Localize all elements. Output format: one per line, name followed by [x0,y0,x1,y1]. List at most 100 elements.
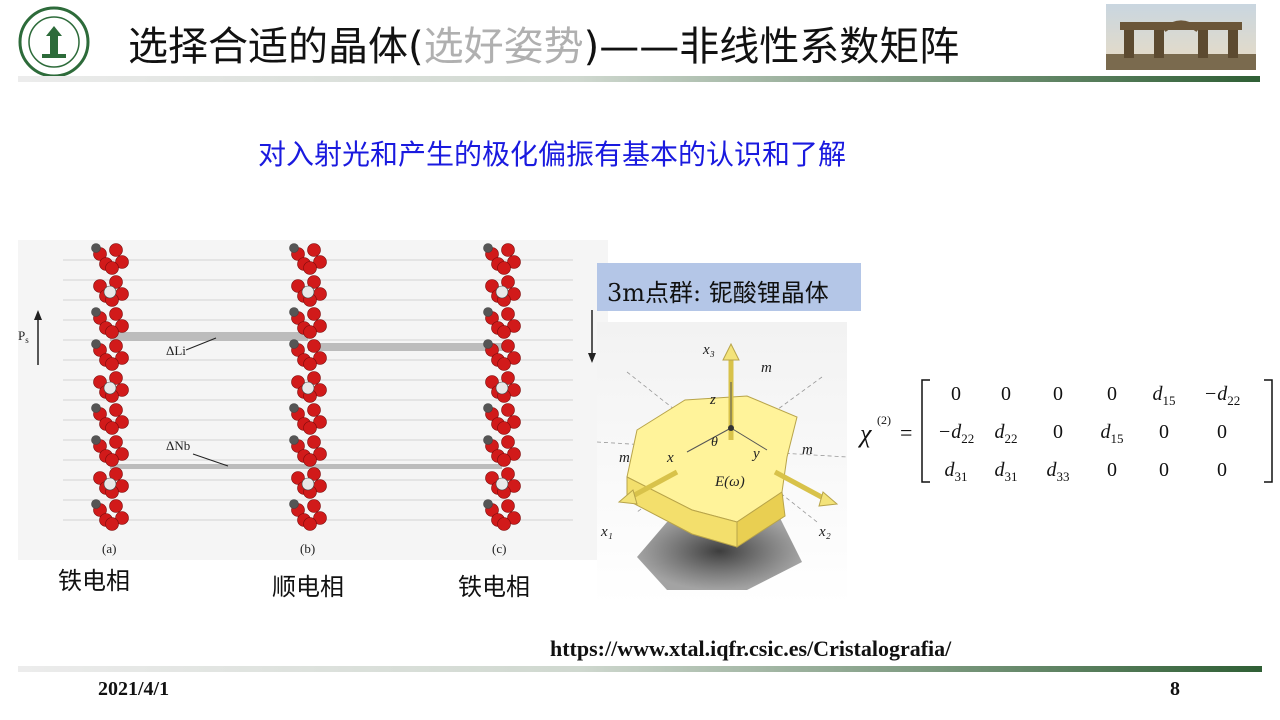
oxygen-atom [307,307,321,321]
oxygen-atom [303,517,317,531]
oxygen-atom [497,325,511,339]
lithium-atom [289,499,299,509]
oxygen-atom [501,307,515,321]
mirror-label-left: m [619,450,630,466]
delta-nb-label: ΔNb [166,438,190,453]
matrix-cell: 0 [1159,421,1169,443]
lithium-atom [91,339,101,349]
lithium-atom [483,435,493,445]
niobium-atom [103,381,117,395]
z-label: z [709,392,716,408]
campus-gate-photo [1106,4,1256,70]
x3-label: x₃ [702,342,715,358]
panel-b-label: (b) [300,541,315,556]
x2-label: x₂ [818,524,831,540]
chi-superscript: (2) [877,413,891,427]
niobium-atom [103,285,117,299]
niobium-atom [495,285,509,299]
lithium-atom [91,403,101,413]
phase-label-b: 顺电相 [272,573,344,601]
x1-label: x₁ [600,524,613,540]
title-main: 选择合适的晶体( [128,24,424,70]
matrix-cell: 0 [1053,421,1063,443]
oxygen-atom [105,261,119,275]
niobium-atom [495,381,509,395]
oxygen-atom [501,243,515,257]
header-divider [18,76,1260,82]
matrix-cell: d15 [1101,421,1124,446]
matrix-cell: 0 [1217,421,1227,443]
oxygen-atom [501,339,515,353]
crystal-3m-figure: x₃ x₁ x₂ m m m z x y θ E(ω) [596,322,848,605]
delta-li-bar-right [308,343,504,351]
oxygen-atom [497,453,511,467]
oxygen-atom [501,499,515,513]
phase-label-a: 铁电相 [58,567,130,595]
lithium-atom [483,499,493,509]
ps-label: P [18,328,25,343]
oxygen-atom [109,403,123,417]
footer-divider [18,666,1262,672]
lithium-atom [289,339,299,349]
y-label: y [751,446,760,462]
matrix-cell: d22 [995,421,1018,446]
delta-li-bar [110,332,308,341]
lithium-atom [483,339,493,349]
oxygen-atom [497,421,511,435]
oxygen-atom [109,307,123,321]
source-url: https://www.xtal.iqfr.csic.es/Cristalogr… [550,636,952,661]
lithium-atom [91,435,101,445]
matrix-cell: −d22 [938,421,975,446]
matrix-cell: 0 [951,383,961,405]
title-gray-part: 选好姿势 [423,24,584,70]
matrix-cell: d31 [995,459,1018,484]
oxygen-atom [303,325,317,339]
matrix-cell: −d22 [1204,383,1241,408]
mirror-label-top: m [761,360,772,376]
niobium-atom [103,477,117,491]
oxygen-atom [105,325,119,339]
oxygen-atom [497,261,511,275]
oxygen-atom [303,357,317,371]
matrix-cell: 0 [1001,383,1011,405]
matrix-cell: 0 [1159,459,1169,481]
niobium-atom [495,477,509,491]
e-omega-label: E(ω) [714,474,745,490]
lithium-atom [289,307,299,317]
ps-subscript: s [25,335,29,345]
matrix-cell: d33 [1047,459,1070,484]
mirror-label-right: m [802,442,813,458]
oxygen-atom [109,339,123,353]
niobium-atom [301,381,315,395]
matrix-cell: d31 [945,459,968,484]
niobium-atom [301,477,315,491]
oxygen-atom [307,243,321,257]
point-group-label: 3m点群: 铌酸锂晶体 [607,279,829,307]
oxygen-atom [307,403,321,417]
lithium-atom [91,307,101,317]
delta-li-label: ΔLi [166,343,186,358]
slide-subtitle: 对入射光和产生的极化偏振有基本的认识和了解 [258,138,847,171]
linbo3-structure-figure: Ps ΔLi ΔNb (a) (b) (c) [18,240,608,560]
phase-label-c: 铁电相 [458,573,530,601]
matrix-cell: d15 [1153,383,1176,408]
oxygen-atom [105,421,119,435]
oxygen-atom [109,499,123,513]
oxygen-atom [307,435,321,449]
oxygen-atom [105,357,119,371]
nonlinear-coefficient-matrix: χ (2) = 0 0 0 0 d15 −d22 −d22 d22 0 d15 0 0 d31 d31 d3… [857,370,1278,490]
page-number: 8 [1170,678,1180,700]
right-bracket [1264,379,1273,483]
theta-label: θ [711,435,718,450]
lithium-atom [289,435,299,445]
page-title: 选择合适的晶体(选好姿势)——非线性系数矩阵 [128,14,959,72]
chi-symbol: χ [858,419,872,448]
equals-sign: = [900,420,912,445]
oxygen-atom [303,421,317,435]
oxygen-atom [307,339,321,353]
university-logo [18,6,90,78]
niobium-atom [301,285,315,299]
oxygen-atom [497,357,511,371]
title-end: )——非线性系数矩阵 [583,24,960,70]
oxygen-atom [303,453,317,467]
